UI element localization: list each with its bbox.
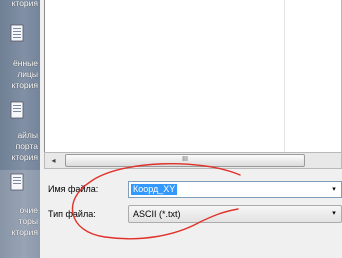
filetype-select[interactable]: ASCII (*.txt) ▾ <box>128 205 342 223</box>
chevron-down-icon[interactable]: ▾ <box>327 206 341 222</box>
chevron-down-icon[interactable]: ▾ <box>327 182 341 197</box>
places-bar: ктория ённые лицы ктория айлы порта ктор… <box>0 0 40 258</box>
filetype-label: Тип файла: <box>48 209 96 219</box>
grip-icon: III <box>182 156 188 163</box>
scroll-left-icon[interactable]: ◂ <box>46 153 61 168</box>
file-list[interactable] <box>44 0 342 152</box>
scrollbar-thumb[interactable]: III <box>65 154 305 167</box>
place-label: айлы порта ктория <box>11 130 38 162</box>
place-label: ктория <box>11 0 38 8</box>
column-divider <box>284 0 285 152</box>
document-icon <box>10 24 24 42</box>
document-icon <box>10 101 24 119</box>
place-item-3[interactable]: айлы порта ктория <box>0 101 40 167</box>
filetype-value: ASCII (*.txt) <box>133 209 181 219</box>
filename-value: Коорд_XY <box>131 184 178 195</box>
place-label: очие торы ктория <box>11 205 38 237</box>
place-item-1[interactable]: ктория <box>0 0 40 12</box>
place-item-2[interactable]: ённые лицы ктория <box>0 18 40 96</box>
filename-input[interactable]: Коорд_XY ▾ <box>128 181 342 198</box>
place-item-4[interactable]: очие торы ктория <box>0 170 40 258</box>
place-label: ённые лицы ктория <box>11 58 38 90</box>
horizontal-scrollbar[interactable]: ◂ III <box>44 152 342 169</box>
filename-label: Имя файла: <box>48 184 99 194</box>
document-icon <box>10 173 24 191</box>
